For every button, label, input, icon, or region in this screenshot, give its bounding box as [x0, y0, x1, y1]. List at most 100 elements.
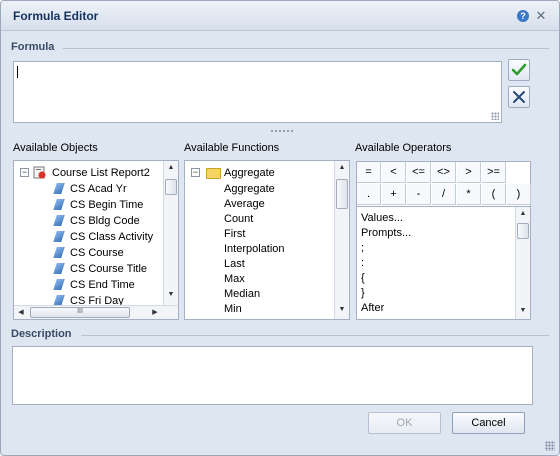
- object-item-label: CS Acad Yr: [70, 183, 127, 195]
- scroll-up-icon[interactable]: ▲: [335, 161, 349, 175]
- function-list-item[interactable]: First: [224, 226, 324, 242]
- object-item-label: CS Class Activity: [70, 231, 154, 243]
- operator-button[interactable]: +: [382, 184, 406, 205]
- dimension-field-icon: [53, 199, 65, 210]
- collapse-icon[interactable]: −: [191, 168, 200, 177]
- description-divider: [81, 335, 549, 336]
- close-icon[interactable]: ✕: [534, 9, 548, 23]
- title-bar[interactable]: Formula Editor ? ✕: [1, 1, 559, 31]
- folder-icon: [206, 168, 221, 179]
- available-functions-label: Available Functions: [184, 142, 280, 154]
- function-folder-row[interactable]: − Aggregate: [189, 165, 329, 181]
- function-list-item[interactable]: Count: [224, 211, 324, 227]
- operator-button[interactable]: ): [507, 184, 531, 205]
- function-list-item[interactable]: Average: [224, 196, 324, 212]
- operator-button[interactable]: *: [457, 184, 481, 205]
- formula-label: Formula: [11, 41, 55, 53]
- operator-list-item[interactable]: ;: [361, 241, 364, 256]
- available-objects-label: Available Objects: [13, 142, 98, 154]
- operator-button[interactable]: =: [357, 162, 381, 183]
- description-label: Description: [11, 328, 72, 340]
- functions-vertical-scrollbar[interactable]: ▲ ▼: [334, 161, 349, 319]
- scroll-thumb[interactable]: [517, 223, 529, 239]
- scroll-thumb[interactable]: [336, 179, 348, 209]
- operator-button[interactable]: >=: [482, 162, 506, 183]
- operator-list-item[interactable]: Values...: [361, 211, 403, 226]
- operator-button[interactable]: /: [432, 184, 456, 205]
- dimension-field-icon: [53, 215, 65, 226]
- available-functions-tree[interactable]: − Aggregate Aggregate Average Count First In…: [184, 160, 350, 320]
- operator-button[interactable]: (: [482, 184, 506, 205]
- scroll-up-icon[interactable]: ▲: [516, 207, 530, 221]
- object-item-label: CS End Time: [70, 279, 135, 291]
- formula-divider: [63, 48, 549, 49]
- operator-button[interactable]: >: [457, 162, 481, 183]
- object-list-item[interactable]: CS End Time: [50, 277, 160, 293]
- function-list-item[interactable]: Min: [224, 301, 324, 317]
- scroll-down-icon[interactable]: ▼: [335, 303, 349, 317]
- object-item-label: CS Bldg Code: [70, 215, 140, 227]
- operator-list[interactable]: Values... Prompts...;:{} After ▲ ▼: [356, 207, 531, 320]
- function-list-item[interactable]: Max: [224, 271, 324, 287]
- report-root-label: Course List Report2: [52, 167, 150, 179]
- function-list-item[interactable]: Interpolation: [224, 241, 324, 257]
- window-resize-grip-icon[interactable]: [545, 441, 555, 451]
- scroll-down-icon[interactable]: ▼: [516, 304, 530, 318]
- dimension-field-icon: [53, 247, 65, 258]
- resize-grip-icon[interactable]: [491, 112, 499, 120]
- validate-formula-button[interactable]: [508, 59, 530, 81]
- operator-list-item[interactable]: :: [361, 256, 364, 271]
- window-title: Formula Editor: [13, 9, 99, 23]
- formula-editor-dialog: Formula Editor ? ✕ Formula Available Obj…: [0, 0, 560, 456]
- x-clear-icon: [513, 91, 525, 103]
- objects-horizontal-scrollbar[interactable]: ◀ III ▶: [14, 305, 178, 319]
- description-input[interactable]: [12, 346, 533, 405]
- clear-formula-button[interactable]: [508, 86, 530, 108]
- operator-list-item[interactable]: Prompts...: [361, 226, 411, 241]
- report-icon: [33, 166, 46, 179]
- function-list-item[interactable]: Last: [224, 256, 324, 272]
- object-list-item[interactable]: CS Class Activity: [50, 229, 160, 245]
- scroll-left-icon[interactable]: ◀: [14, 306, 28, 319]
- ok-button[interactable]: OK: [368, 412, 441, 434]
- function-list-item[interactable]: Median: [224, 286, 324, 302]
- scroll-up-icon[interactable]: ▲: [164, 161, 178, 175]
- cancel-button[interactable]: Cancel: [452, 412, 525, 434]
- dimension-field-icon: [53, 263, 65, 274]
- operator-button[interactable]: <: [382, 162, 406, 183]
- dimension-field-icon: [53, 231, 65, 242]
- operator-button[interactable]: .: [357, 184, 381, 205]
- formula-input[interactable]: [13, 61, 502, 123]
- operator-button[interactable]: <>: [432, 162, 456, 183]
- operator-grid: = < <= <> > >= . + - / *(): [356, 161, 531, 207]
- dimension-field-icon: [53, 183, 65, 194]
- horizontal-scroll-thumb[interactable]: III: [30, 307, 130, 318]
- operator-list-item[interactable]: {: [361, 271, 365, 286]
- operator-button[interactable]: <=: [407, 162, 431, 183]
- operator-list-item[interactable]: }: [361, 286, 365, 301]
- object-item-label: CS Begin Time: [70, 199, 144, 211]
- operator-button[interactable]: -: [407, 184, 431, 205]
- object-item-label: CS Course Title: [70, 263, 148, 275]
- scroll-thumb[interactable]: [165, 179, 177, 195]
- object-list-item[interactable]: CS Bldg Code: [50, 213, 160, 229]
- function-list-item[interactable]: Aggregate: [224, 181, 324, 197]
- checkmark-icon: [511, 63, 527, 76]
- scroll-down-icon[interactable]: ▼: [164, 288, 178, 302]
- available-objects-tree[interactable]: − Course List Report2 CS Acad Yr CS Begin…: [13, 160, 179, 320]
- collapse-icon[interactable]: −: [20, 168, 29, 177]
- object-list-item[interactable]: CS Begin Time: [50, 197, 160, 213]
- object-item-label: CS Course: [70, 247, 124, 259]
- scroll-right-icon[interactable]: ▶: [148, 306, 162, 319]
- object-list-item[interactable]: CS Course Title: [50, 261, 160, 277]
- dimension-field-icon: [53, 279, 65, 290]
- operator-list-item[interactable]: After: [361, 301, 384, 316]
- objects-vertical-scrollbar[interactable]: ▲ ▼: [163, 161, 178, 306]
- object-list-item[interactable]: CS Course: [50, 245, 160, 261]
- tree-root-row[interactable]: − Course List Report2: [18, 165, 168, 181]
- object-list-item[interactable]: CS Acad Yr: [50, 181, 160, 197]
- folder-label: Aggregate: [224, 167, 275, 179]
- help-icon[interactable]: ?: [517, 10, 529, 22]
- splitter-handle[interactable]: [270, 129, 294, 133]
- operators-vertical-scrollbar[interactable]: ▲ ▼: [515, 207, 530, 319]
